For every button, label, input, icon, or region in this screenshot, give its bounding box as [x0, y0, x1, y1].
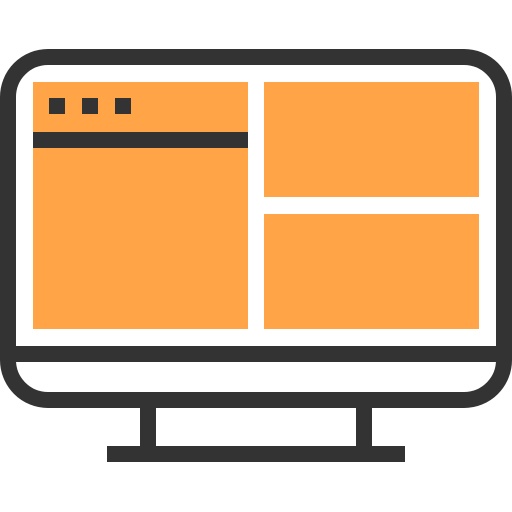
window-panel-right-bottom: [264, 214, 479, 329]
monitor-stand-base: [107, 446, 405, 462]
monitor-stand-leg-left: [140, 400, 156, 446]
monitor-bezel-divider: [16, 346, 496, 362]
icon-stage: [0, 0, 512, 512]
window-control-dots: [49, 98, 131, 114]
window-panel-left: [33, 82, 248, 329]
window-titlebar-divider: [33, 132, 248, 148]
window-dot: [115, 98, 131, 114]
window-dot: [49, 98, 65, 114]
window-panel-right-top: [264, 82, 479, 197]
desktop-monitor-icon: [0, 49, 512, 462]
monitor-stand-leg-right: [356, 400, 372, 446]
window-dot: [82, 98, 98, 114]
